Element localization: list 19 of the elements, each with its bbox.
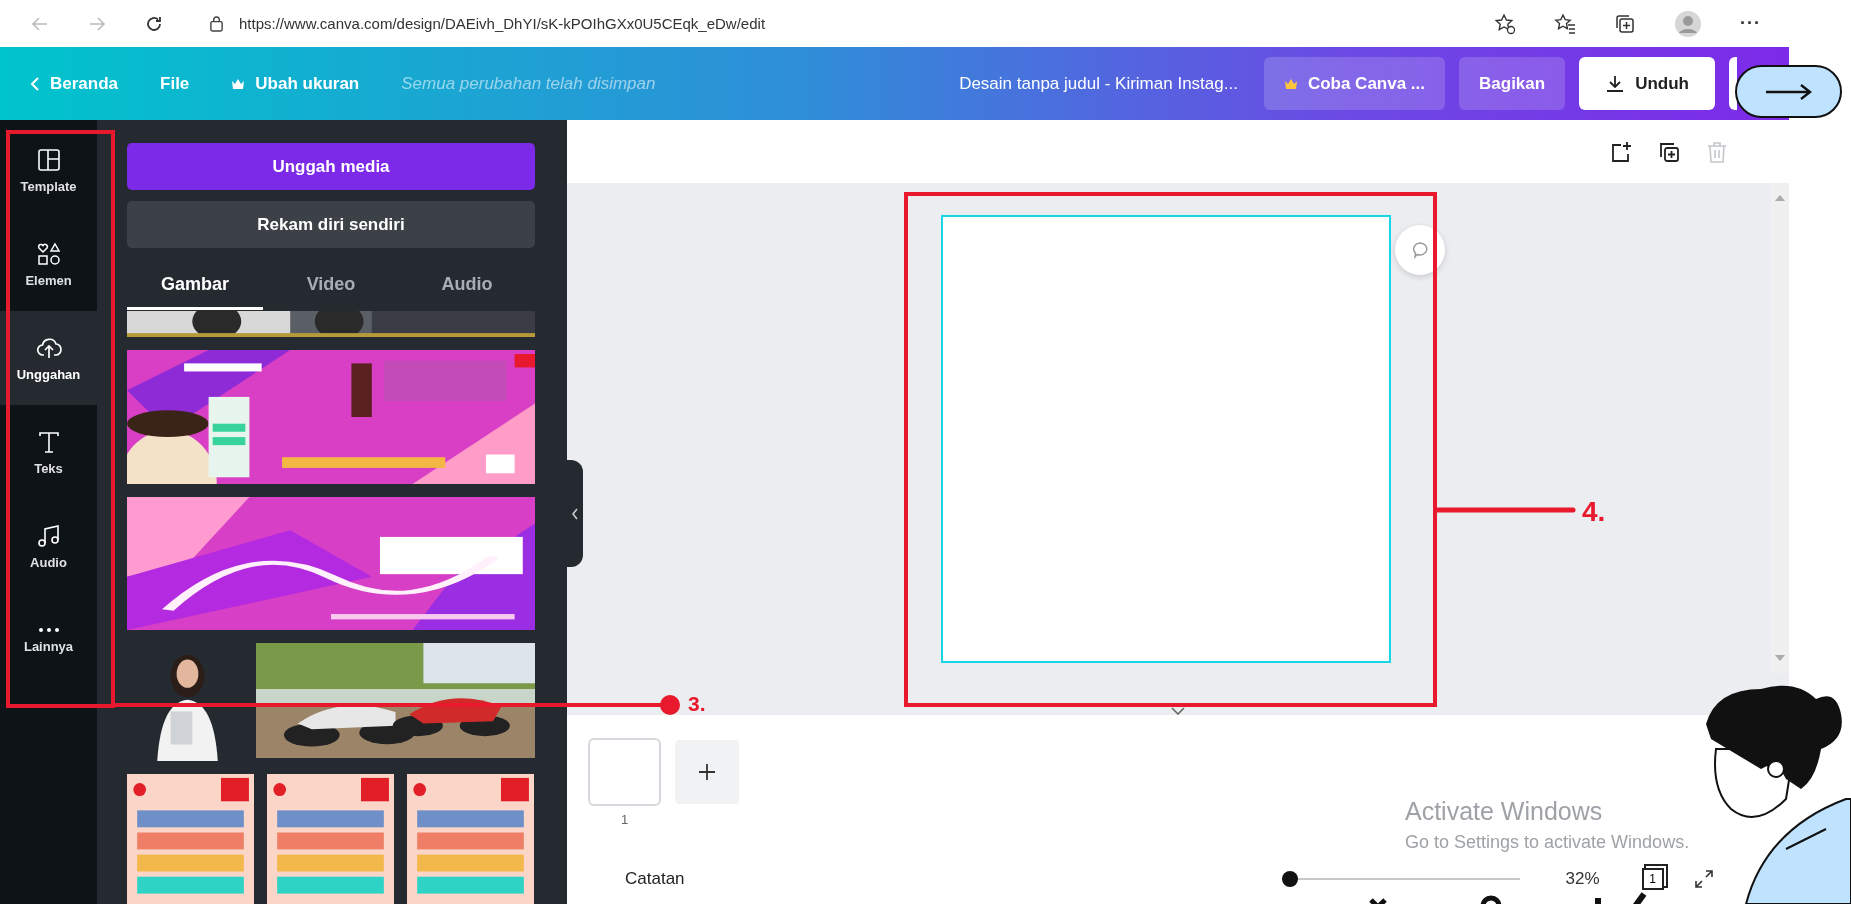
media-tab[interactable]: Audio [399,264,535,310]
page-number: 1 [620,812,629,827]
download-button[interactable]: Unduh [1579,57,1715,110]
callout-number: 4. [1582,496,1606,528]
record-button[interactable]: Rekam diri sendiri [127,201,535,248]
activation-message: Go to Settings to activate Windows. [1405,832,1690,853]
try-pro-button[interactable]: Coba Canva ... [1263,57,1446,110]
save-status: Semua perubahan telah disimpan [401,73,656,94]
design-title[interactable]: Desain tanpa judul - Kiriman Instag... [959,73,1238,94]
more-button[interactable]: ··· [1740,13,1761,34]
zoom-reading: 32% [1565,869,1600,889]
callout-number: 3. [688,692,706,716]
upload-media-button[interactable]: Unggah media [127,143,535,190]
share-button[interactable]: Bagikan [1459,57,1566,110]
media-tab[interactable]: Video [263,264,399,310]
notes-button[interactable]: Catatan [625,869,685,889]
activation-title: Activate Windows [1405,797,1604,826]
sidebar-item[interactable]: Unggahan [0,311,97,405]
address-bar[interactable]: https://www.canva.com/design/DAEivh_DhYI/sK-kPOIhGXx0U5CEqk_eDw/edit [239,15,766,32]
